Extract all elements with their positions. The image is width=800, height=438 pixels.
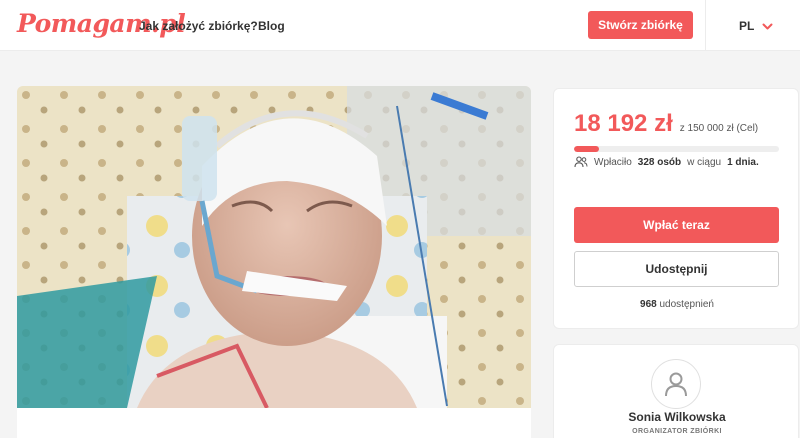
user-icon (665, 372, 687, 397)
amount-row: 18 192 zł z 150 000 zł (Cel) (574, 110, 758, 138)
organizer-card: Sonia Wilkowska ORGANIZATOR ZBIÓRKI (553, 344, 799, 438)
language-selector[interactable]: PL (739, 19, 773, 33)
share-count-label: udostępnień (659, 299, 714, 310)
donation-card: 18 192 zł z 150 000 zł (Cel) Wpłaciło 32… (553, 88, 799, 329)
nav-link-blog[interactable]: Blog (258, 19, 285, 33)
share-count: 968 udostępnień (554, 299, 800, 310)
donors-middle: w ciągu (687, 156, 722, 168)
share-count-number: 968 (640, 299, 657, 310)
donate-now-button[interactable]: Wpłać teraz (574, 207, 779, 243)
create-fundraiser-button[interactable]: Stwórz zbiórkę (588, 11, 693, 39)
people-icon (574, 156, 588, 168)
progress-bar (574, 146, 779, 152)
avatar[interactable] (651, 359, 701, 409)
donors-info: Wpłaciło 328 osób w ciągu 1 dnia. (574, 156, 759, 168)
donors-prefix: Wpłaciło (594, 156, 632, 168)
campaign-photo-image (17, 86, 531, 408)
campaign-content-strip (17, 408, 531, 438)
campaign-photo (17, 86, 531, 408)
nav-divider (705, 0, 706, 51)
progress-bar-fill (574, 146, 599, 152)
language-label: PL (739, 19, 755, 33)
organizer-role: ORGANIZATOR ZBIÓRKI (632, 428, 722, 435)
organizer-name[interactable]: Sonia Wilkowska (554, 410, 800, 424)
nav-link-how-to[interactable]: Jak założyć zbiórkę? (139, 19, 258, 33)
share-button[interactable]: Udostępnij (574, 251, 779, 287)
goal-amount: z 150 000 zł (Cel) (679, 123, 759, 134)
chevron-down-icon (762, 23, 773, 29)
donors-days: 1 dnia. (727, 156, 759, 168)
donors-count: 328 osób (637, 156, 682, 168)
top-navbar: Pomagam.pl Jak założyć zbiórkę? Blog Stw… (0, 0, 800, 51)
raised-amount: 18 192 zł (574, 110, 673, 137)
